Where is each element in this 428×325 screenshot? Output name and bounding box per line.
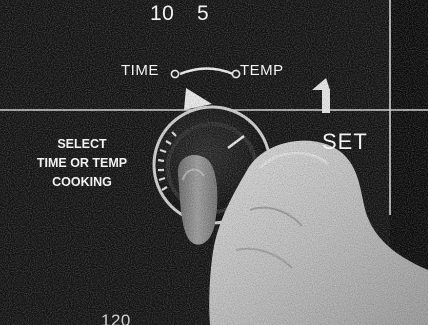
temp-label: TEMP	[240, 62, 284, 79]
oven-control-photo: 10 5 TIME TEMP SELECT TIME OR TEMP COOKI…	[0, 0, 428, 325]
instruction-line-select: SELECT	[57, 137, 107, 151]
select-instruction: SELECT TIME OR TEMP COOKING	[22, 135, 142, 192]
scale-number-120: 120	[101, 311, 131, 325]
set-label: SET	[322, 129, 368, 154]
scale-number-5: 5	[197, 2, 210, 25]
time-label: TIME	[121, 62, 159, 79]
instruction-line-time-or-temp: TIME OR TEMP	[36, 156, 128, 170]
scale-number-10: 10	[150, 2, 175, 25]
instruction-line-cooking: COOKING	[52, 175, 112, 189]
